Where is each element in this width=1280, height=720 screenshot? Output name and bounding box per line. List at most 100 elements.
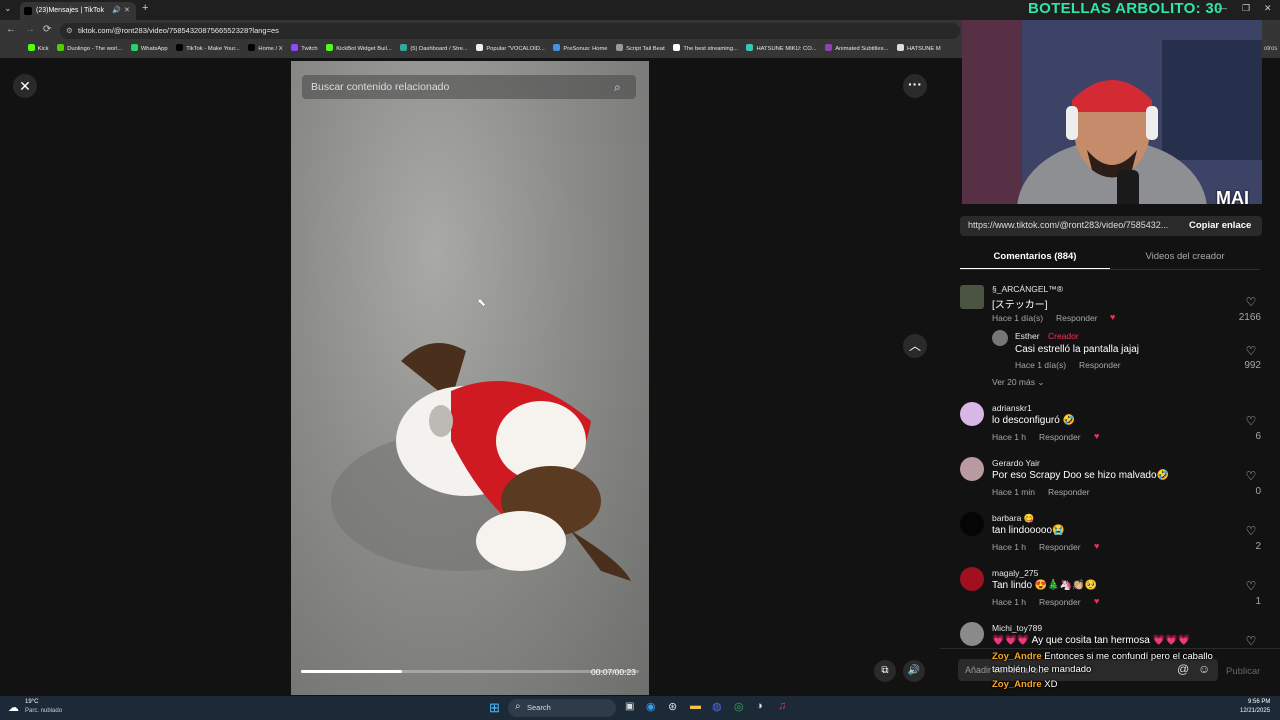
url-bar[interactable]: ⚙ tiktok.com/@ront283/video/758543208756… <box>60 23 960 39</box>
bookmark-streaming[interactable]: The best streaming... <box>673 41 738 58</box>
taskbar-search[interactable]: ⌕ Search <box>508 699 616 717</box>
picture-in-picture-icon: ⧉ <box>881 665 889 676</box>
copy-link-button[interactable]: Copiar enlace <box>1189 220 1251 231</box>
avatar[interactable] <box>960 512 984 536</box>
clock-time[interactable]: 9:56 PM <box>1248 699 1270 705</box>
avatar[interactable] <box>960 285 984 309</box>
avatar[interactable] <box>960 457 984 481</box>
bookmarks-overflow[interactable]: otros <box>1264 46 1277 52</box>
new-tab-icon[interactable]: + <box>142 2 148 14</box>
edge-icon[interactable]: ◉ <box>646 700 656 713</box>
bookmark-duolingo[interactable]: Duolingo - The worl... <box>57 41 122 58</box>
like-icon[interactable]: ♡ <box>1239 524 1263 538</box>
more-options-button[interactable]: ··· <box>903 74 927 98</box>
bookmark-kickbot[interactable]: KickBot Widget Buil... <box>326 41 392 58</box>
bookmark-tiktok[interactable]: TikTok - Make Your... <box>176 41 240 58</box>
reply-button[interactable]: Responder <box>1048 487 1090 497</box>
stream-overlay-title: BOTELLAS ARBOLITO: 30 <box>1028 0 1223 17</box>
stream-chat-overlay: Zoy_Andre Entonces si me confundí pero e… <box>992 650 1232 691</box>
tab-creator-videos[interactable]: Videos del creador <box>1110 246 1260 268</box>
back-icon[interactable]: ← <box>6 24 16 35</box>
bookmark-presonus[interactable]: PreSonus: Home <box>553 41 608 58</box>
stream-watermark: MAI <box>1216 188 1249 204</box>
music-app-icon[interactable]: ♫ <box>778 700 786 712</box>
like-count: 2 <box>1255 541 1261 552</box>
like-icon[interactable]: ♡ <box>1239 634 1263 646</box>
discord-icon[interactable]: ◍ <box>712 700 722 713</box>
tab-comments[interactable]: Comentarios (884) <box>960 246 1110 270</box>
window-close-icon[interactable]: ✕ <box>1264 3 1272 14</box>
share-link-box: https://www.tiktok.com/@ront283/video/75… <box>960 216 1262 236</box>
related-search-input[interactable]: Buscar contenido relacionado ⌕ <box>302 75 636 99</box>
chat-message: Zoy_Andre XD <box>992 678 1232 691</box>
bookmark-whatsapp[interactable]: WhatsApp <box>130 41 168 58</box>
comment-text: lo desconfiguró 🤣 <box>992 415 1076 426</box>
tab-audio-icon[interactable]: 🔊 <box>112 2 121 20</box>
bookmark-hatsune-m[interactable]: HATSUNE M <box>896 41 941 58</box>
previous-video-button[interactable]: ︿ <box>903 334 927 358</box>
bookmark-kick[interactable]: Kick <box>27 41 49 58</box>
creator-liked-icon: ♥ <box>1110 312 1116 322</box>
reply-author[interactable]: Esther <box>1015 331 1040 341</box>
forward-icon[interactable]: → <box>25 24 35 35</box>
bookmark-x[interactable]: Home / X <box>248 41 283 58</box>
like-icon[interactable]: ♡ <box>1239 344 1263 358</box>
comment-author[interactable]: Michi_toy789 <box>992 623 1042 633</box>
comment-author[interactable]: barbara 😋 <box>992 513 1034 524</box>
bookmark-animated-subtitles[interactable]: Animated Subtitles... <box>825 41 888 58</box>
avatar[interactable] <box>960 567 984 591</box>
obs-icon[interactable]: ◑ <box>756 700 763 712</box>
like-count: 6 <box>1255 431 1261 442</box>
chrome-icon[interactable]: ◎ <box>734 700 744 713</box>
clock-date: 12/21/2025 <box>1240 708 1271 714</box>
bookmark-twitch[interactable]: Twitch <box>291 41 318 58</box>
bookmark-script-tail-beat[interactable]: Script Tail Beat <box>616 41 665 58</box>
search-icon[interactable]: ⌕ <box>614 75 621 99</box>
creator-liked-icon: ♥ <box>1094 596 1100 606</box>
weather-icon[interactable]: ☁ <box>8 701 19 714</box>
like-icon[interactable]: ♡ <box>1239 414 1263 428</box>
share-link-text: https://www.tiktok.com/@ront283/video/75… <box>968 220 1169 230</box>
site-info-icon[interactable]: ⚙ <box>66 23 73 39</box>
like-icon[interactable]: ♡ <box>1239 579 1263 593</box>
avatar[interactable] <box>960 402 984 426</box>
avatar[interactable] <box>992 330 1008 346</box>
file-explorer-icon[interactable]: ▬ <box>690 700 701 712</box>
restore-icon[interactable]: ❐ <box>1242 3 1250 14</box>
steam-icon[interactable]: ⊛ <box>668 700 677 713</box>
reload-icon[interactable]: ⟳ <box>43 24 51 35</box>
comment-item: adrianskr1 lo desconfiguró 🤣 Hace 1 h Re… <box>960 402 1265 442</box>
reply-button[interactable]: Responder <box>1039 597 1081 607</box>
like-icon[interactable]: ♡ <box>1239 469 1263 483</box>
ellipsis-icon: ··· <box>908 76 922 92</box>
comment-author[interactable]: adrianskr1 <box>992 403 1032 413</box>
tab-comments-label: Comentarios (884) <box>993 251 1077 262</box>
reply-button[interactable]: Responder <box>1039 542 1081 552</box>
tab-close-icon[interactable]: ✕ <box>124 2 130 20</box>
bookmark-dashboard[interactable]: (5) Dashboard / Stre... <box>400 41 468 58</box>
comment-item: barbara 😋 tan lindooooo😭 Hace 1 h Respon… <box>960 512 1265 552</box>
video-player[interactable]: 00:07/00:23 <box>291 61 649 695</box>
start-icon[interactable]: ⊞ <box>489 700 500 716</box>
comment-author[interactable]: §_ARCÁNGEL™® <box>992 284 1063 294</box>
comment-author[interactable]: magaly_275 <box>992 568 1038 578</box>
volume-button[interactable]: 🔊 <box>903 660 925 682</box>
bookmark-hatsune-miku[interactable]: HATSUNE MIKU: CO... <box>746 41 817 58</box>
bookmark-vocaloid[interactable]: Popular "VOCALOID... <box>476 41 545 58</box>
pip-button[interactable]: ⧉ <box>874 660 896 682</box>
reply-button[interactable]: Responder <box>1056 313 1098 323</box>
avatar[interactable] <box>960 622 984 646</box>
view-more-replies[interactable]: Ver 20 más ⌄ <box>992 377 1045 388</box>
tab-list-chevron-icon[interactable]: ⌄ <box>4 3 12 14</box>
comment-text: 💗💗💗 Ay que cosita tan hermosa 💗💗💗 <box>992 635 1190 646</box>
video-progress-track[interactable] <box>301 670 639 673</box>
weather-temp[interactable]: 19°C <box>25 699 38 705</box>
reply-button[interactable]: Responder <box>1039 432 1081 442</box>
comment-author[interactable]: Gerardo Yair <box>992 458 1040 468</box>
close-viewer-button[interactable]: ✕ <box>13 74 37 98</box>
reply-button[interactable]: Responder <box>1079 360 1121 370</box>
browser-tab-active[interactable]: (23)Mensajes | TikTok 🔊 ✕ <box>20 2 136 20</box>
like-icon[interactable]: ♡ <box>1239 295 1263 309</box>
task-view-icon[interactable]: ▣ <box>625 701 634 712</box>
webcam-illustration <box>962 20 1262 204</box>
